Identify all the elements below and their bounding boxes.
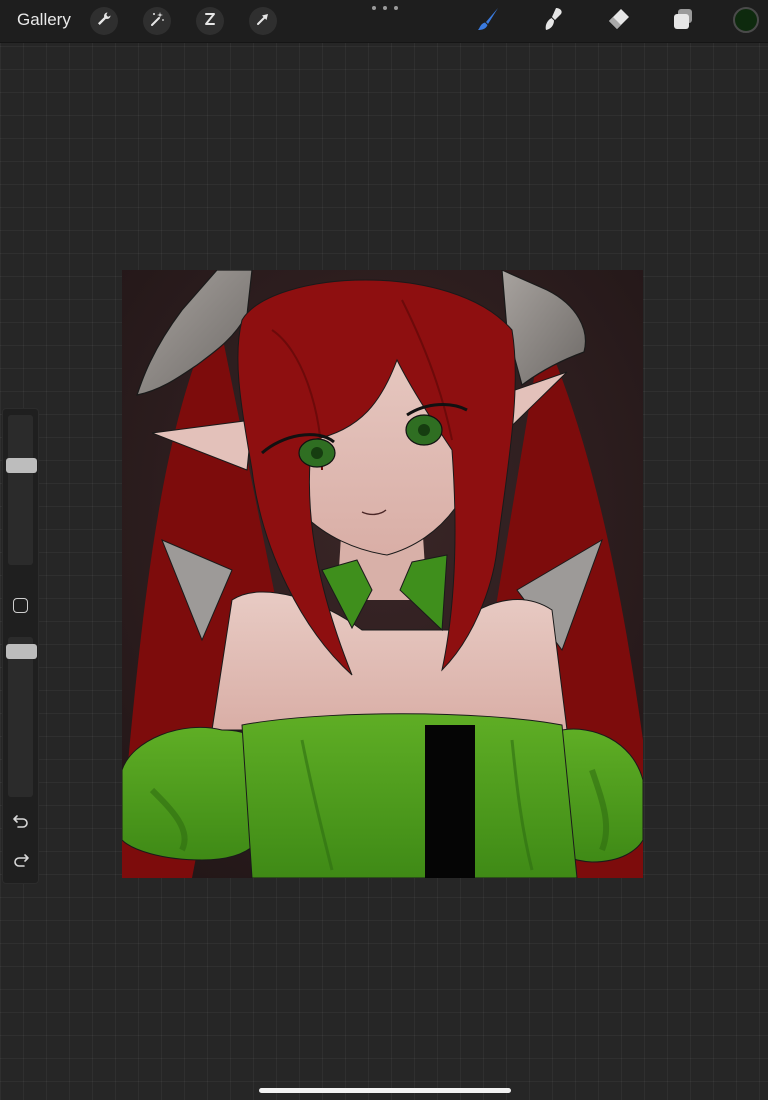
- brush-icon: [474, 5, 502, 38]
- redo-button[interactable]: [11, 852, 31, 872]
- brush-tool-button[interactable]: [473, 6, 503, 36]
- redo-icon: [12, 852, 30, 873]
- eraser-icon: [604, 5, 632, 38]
- drawing-canvas[interactable]: [122, 270, 643, 878]
- selection-button[interactable]: [196, 7, 224, 35]
- square-modifier-icon[interactable]: [13, 598, 28, 613]
- opacity-slider[interactable]: [8, 637, 33, 797]
- opacity-slider-thumb[interactable]: [6, 644, 37, 660]
- current-color-swatch[interactable]: [733, 7, 759, 33]
- eraser-tool-button[interactable]: [603, 6, 633, 36]
- gallery-button[interactable]: Gallery: [17, 10, 71, 30]
- smudge-icon: [539, 5, 567, 38]
- undo-button[interactable]: [11, 813, 31, 833]
- arrow-cursor-icon: [255, 11, 271, 32]
- undo-icon: [12, 813, 30, 834]
- transform-button[interactable]: [249, 7, 277, 35]
- brush-size-slider-thumb[interactable]: [6, 458, 37, 474]
- layers-icon: [669, 5, 697, 38]
- layers-button[interactable]: [668, 6, 698, 36]
- brush-sidebar: [2, 408, 39, 884]
- dot-icon: [394, 6, 398, 10]
- smudge-tool-button[interactable]: [538, 6, 568, 36]
- wrench-icon: [96, 11, 112, 32]
- dot-icon: [383, 6, 387, 10]
- top-toolbar: Gallery: [0, 0, 768, 43]
- actions-button[interactable]: [90, 7, 118, 35]
- more-options-button[interactable]: [372, 6, 398, 16]
- selection-s-icon: [202, 11, 218, 32]
- character-artwork: [122, 270, 643, 878]
- brush-size-slider[interactable]: [8, 415, 33, 565]
- dot-icon: [372, 6, 376, 10]
- adjustments-button[interactable]: [143, 7, 171, 35]
- home-indicator[interactable]: [259, 1088, 511, 1093]
- magic-wand-icon: [149, 11, 165, 32]
